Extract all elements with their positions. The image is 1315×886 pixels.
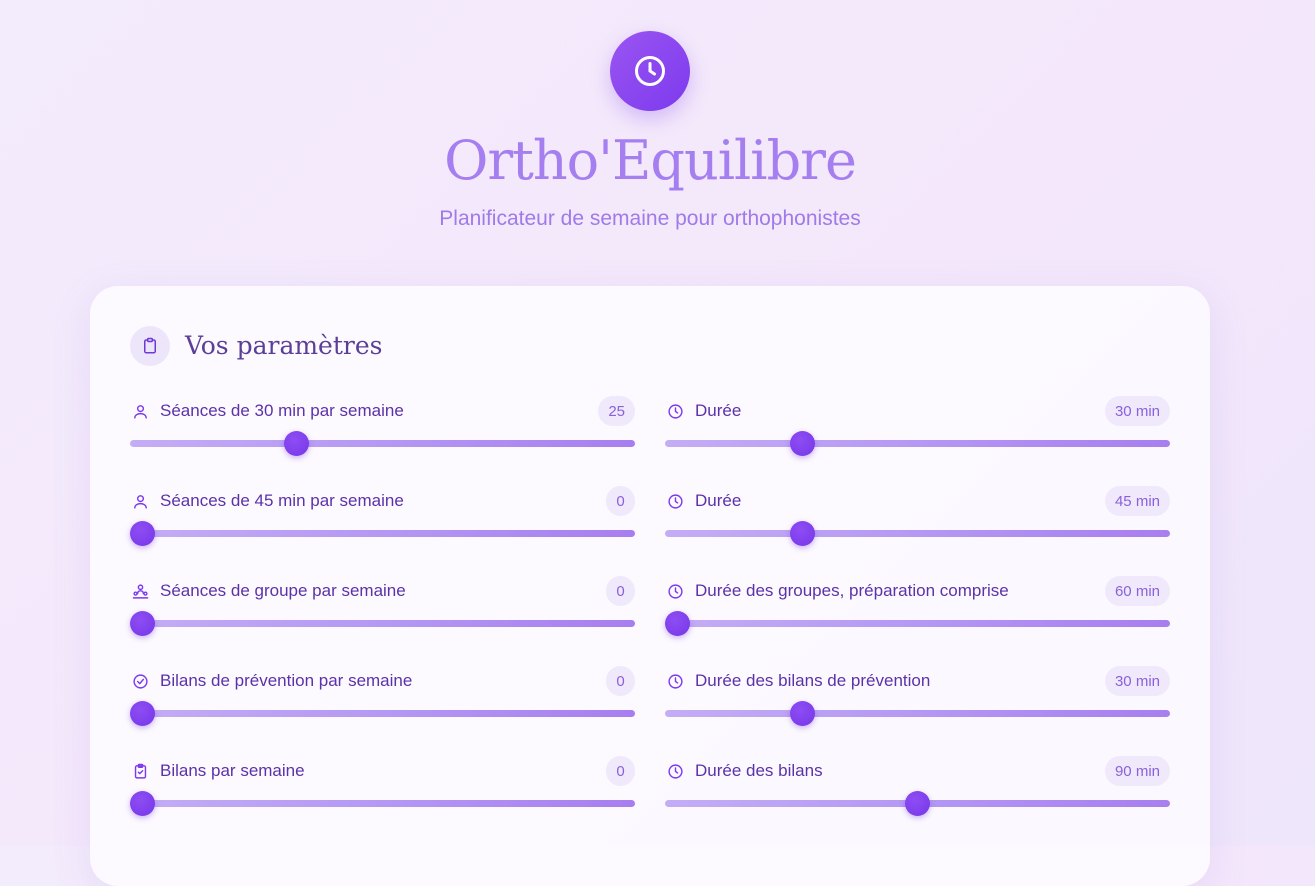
user-icon: [130, 491, 150, 511]
slider-track[interactable]: [130, 431, 635, 456]
slider-track[interactable]: [130, 611, 635, 636]
slider-track[interactable]: [665, 431, 1170, 456]
param-header: Séances de 30 min par semaine 25: [130, 396, 635, 426]
param-label: Durée des groupes, préparation comprise: [695, 581, 1009, 600]
clock-icon: [665, 581, 685, 601]
value-badge: 0: [606, 486, 635, 516]
slider-track[interactable]: [130, 791, 635, 816]
slider-track[interactable]: [665, 701, 1170, 726]
value-badge: 0: [606, 756, 635, 786]
param-header: Durée 30 min: [665, 396, 1170, 426]
clock-icon: [635, 56, 665, 86]
param-header: Bilans par semaine 0: [130, 756, 635, 786]
slider-thumb[interactable]: [905, 791, 930, 816]
slider-thumb[interactable]: [130, 611, 155, 636]
slider-thumb[interactable]: [130, 701, 155, 726]
settings-card-header: Vos paramètres: [130, 326, 382, 366]
settings-card: Vos paramètres Séances de 30 min par sem…: [90, 286, 1210, 886]
clock-icon: [665, 401, 685, 421]
param-header: Bilans de prévention par semaine 0: [130, 666, 635, 696]
param-label: Séances de 45 min par semaine: [160, 491, 404, 510]
param-header: Séances de groupe par semaine 0: [130, 576, 635, 606]
param-duree-bilans: Durée des bilans 90 min: [665, 756, 1170, 816]
param-label: Durée des bilans: [695, 761, 823, 780]
param-duree-bilans-prevention: Durée des bilans de prévention 30 min: [665, 666, 1170, 726]
app-logo: [610, 31, 690, 111]
slider-thumb[interactable]: [130, 521, 155, 546]
slider-thumb[interactable]: [130, 791, 155, 816]
slider-thumb[interactable]: [665, 611, 690, 636]
clipboard-check-icon: [130, 761, 150, 781]
clipboard-icon: [130, 326, 170, 366]
slider-thumb[interactable]: [789, 431, 815, 456]
params-grid: Séances de 30 min par semaine 25 Durée 30 m…: [130, 396, 1170, 816]
param-header: Séances de 45 min par semaine 0: [130, 486, 635, 516]
param-label: Séances de 30 min par semaine: [160, 401, 404, 420]
value-badge: 45 min: [1104, 486, 1170, 516]
param-label: Durée des bilans de prévention: [695, 671, 931, 690]
slider-track[interactable]: [130, 521, 635, 546]
slider-track[interactable]: [665, 521, 1170, 546]
slider-track[interactable]: [130, 701, 635, 726]
param-header: Durée des groupes, préparation comprise 6…: [665, 576, 1170, 606]
param-label: Bilans de prévention par semaine: [160, 671, 413, 690]
param-bilans-prevention: Bilans de prévention par semaine 0: [130, 666, 635, 726]
slider-track[interactable]: [665, 611, 1170, 636]
param-header: Durée 45 min: [665, 486, 1170, 516]
slider-thumb[interactable]: [283, 431, 309, 456]
check-circle-icon: [130, 671, 150, 691]
value-badge: 30 min: [1104, 666, 1170, 696]
value-badge: 25: [598, 396, 635, 426]
user-icon: [130, 401, 150, 421]
app-subtitle: Planificateur de semaine pour orthophoni…: [439, 207, 861, 230]
param-label: Durée: [695, 491, 742, 510]
clock-icon: [665, 761, 685, 781]
clock-icon: [665, 671, 685, 691]
settings-card-title: Vos paramètres: [185, 331, 383, 360]
param-label: Bilans par semaine: [160, 761, 305, 780]
slider-track[interactable]: [665, 791, 1170, 816]
value-badge: 0: [606, 576, 635, 606]
param-seances-30: Séances de 30 min par semaine 25: [130, 396, 635, 456]
param-seances-45: Séances de 45 min par semaine 0: [130, 486, 635, 546]
value-badge: 60 min: [1104, 576, 1170, 606]
param-header: Durée des bilans de prévention 30 min: [665, 666, 1170, 696]
group-icon: [130, 581, 150, 601]
clock-icon: [665, 491, 685, 511]
value-badge: 30 min: [1104, 396, 1170, 426]
app-title: Ortho'Equilibre: [444, 129, 857, 192]
slider-thumb[interactable]: [789, 521, 815, 546]
value-badge: 0: [606, 666, 635, 696]
param-duree-30: Durée 30 min: [665, 396, 1170, 456]
slider-thumb[interactable]: [789, 701, 815, 726]
param-duree-groupe: Durée des groupes, préparation comprise 6…: [665, 576, 1170, 636]
param-bilans: Bilans par semaine 0: [130, 756, 635, 816]
param-header: Durée des bilans 90 min: [665, 756, 1170, 786]
param-seances-groupe: Séances de groupe par semaine 0: [130, 576, 635, 636]
value-badge: 90 min: [1104, 756, 1170, 786]
param-duree-45: Durée 45 min: [665, 486, 1170, 546]
param-label: Séances de groupe par semaine: [160, 581, 406, 600]
param-label: Durée: [695, 401, 742, 420]
